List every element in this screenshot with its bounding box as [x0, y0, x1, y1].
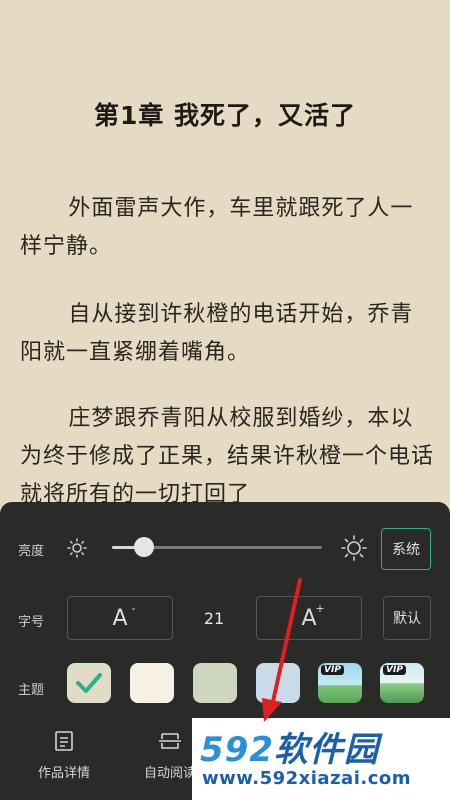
font-size-value: 21: [203, 609, 225, 628]
theme-swatch-green[interactable]: [193, 663, 237, 703]
checkmark-icon: [76, 673, 102, 693]
font-decrease-letter: A: [112, 605, 128, 631]
brightness-low-icon: [67, 538, 87, 558]
brightness-label: 亮度: [18, 544, 45, 559]
font-increase-letter: A: [301, 605, 317, 631]
auto-read-label: 自动阅读: [144, 766, 197, 781]
watermark-url: www.592xiazai.com: [202, 768, 411, 789]
book-details-button[interactable]: 作品详情: [38, 730, 90, 781]
theme-vip-landscape-2[interactable]: VIP: [380, 663, 424, 703]
font-decrease-sign: -: [131, 601, 136, 615]
default-font-button[interactable]: 默认: [383, 596, 431, 640]
vip-badge: VIP: [383, 665, 406, 675]
font-decrease-icon: A-: [112, 602, 135, 631]
auto-read-button[interactable]: 自动阅读: [144, 730, 196, 781]
theme-vip-landscape-1[interactable]: VIP: [318, 663, 362, 703]
theme-swatch-blue[interactable]: [256, 663, 300, 703]
auto-read-icon: [159, 733, 181, 749]
system-brightness-button[interactable]: 系统: [381, 528, 431, 570]
font-increase-sign: +: [315, 601, 325, 615]
watermark-logo-text: 软件园: [273, 730, 379, 770]
chapter-title: 第1章 我死了，又活了: [93, 101, 357, 130]
font-increase-icon: A +: [301, 602, 324, 631]
font-decrease-button[interactable]: A-: [67, 596, 173, 640]
watermark-logo-num: 592: [200, 730, 274, 770]
paragraph: 庄梦跟乔青阳从校服到婚纱，本以为终于修成了正果，结果许秋橙一个电话就将所有的一切…: [20, 406, 435, 507]
theme-swatch-beige[interactable]: [67, 663, 111, 703]
paragraph: 自从接到许秋橙的电话开始，乔青阳就一直紧绷着嘴角。: [20, 302, 414, 365]
brightness-slider-thumb[interactable]: [133, 537, 154, 557]
site-watermark: 592软件园 www.592xiazai.com: [192, 718, 450, 800]
font-size-label: 字号: [18, 615, 45, 630]
vip-badge: VIP: [321, 665, 344, 675]
font-increase-button[interactable]: A +: [256, 596, 362, 640]
theme-swatch-white[interactable]: [130, 663, 174, 703]
book-details-label: 作品详情: [38, 766, 91, 781]
paragraph: 外面雷声大作，车里就跟死了人一样宁静。: [20, 196, 414, 259]
theme-label: 主题: [18, 683, 45, 698]
brightness-high-icon: [341, 535, 367, 561]
watermark-logo: 592软件园: [200, 722, 379, 771]
book-details-icon: [55, 731, 73, 751]
